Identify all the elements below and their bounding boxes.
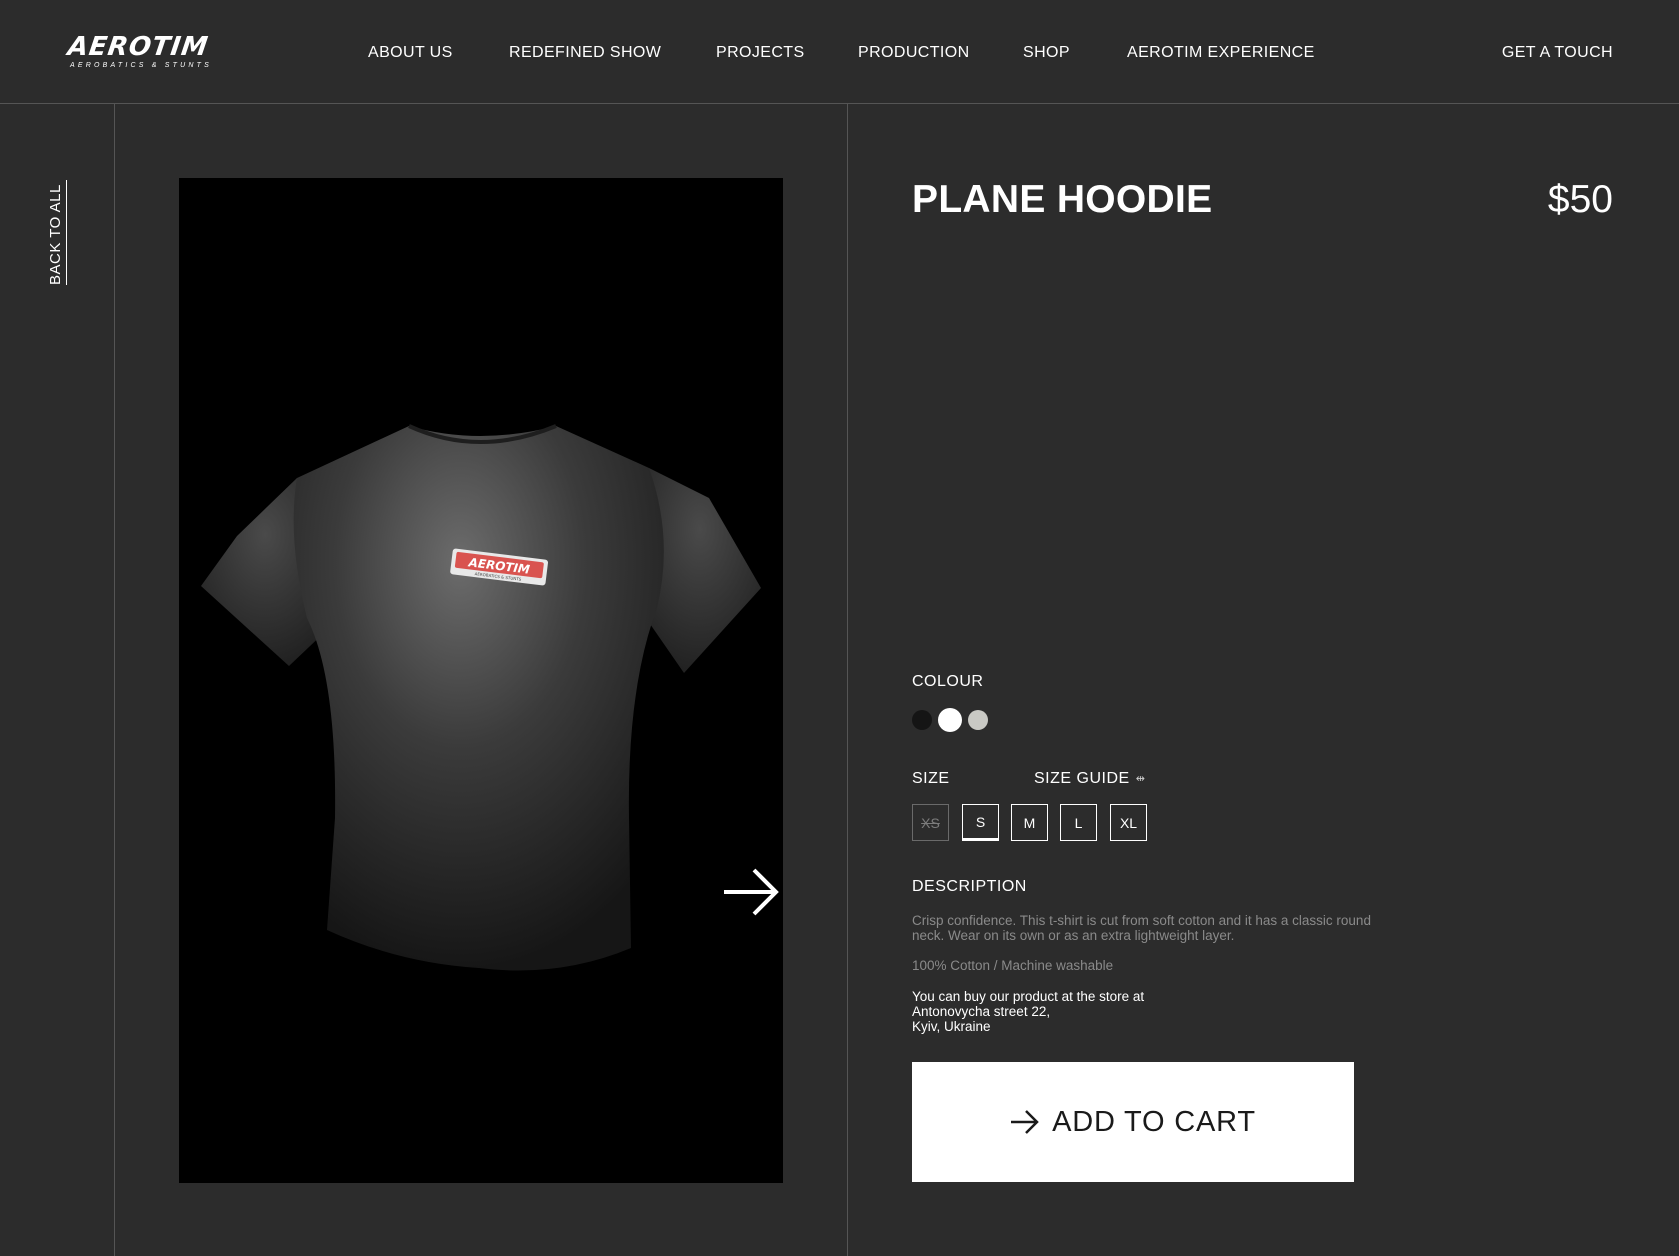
colour-swatch-white[interactable] (940, 710, 960, 730)
aerotim-logo[interactable]: AEROTIM AEROBATICS & STUNTS (65, 32, 228, 70)
size-guide-label: SIZE GUIDE (1034, 770, 1130, 787)
nav-about-us[interactable]: ABOUT US (368, 44, 453, 62)
site-header: AEROTIM AEROBATICS & STUNTS ABOUT US RED… (0, 0, 1679, 104)
add-to-cart-button[interactable]: ADD TO CART (912, 1062, 1354, 1182)
nav-production[interactable]: PRODUCTION (858, 44, 970, 62)
get-a-touch-link[interactable]: GET A TOUCH (1502, 44, 1613, 62)
product-page: AEROTIM AEROBATICS & STUNTS ABOUT US RED… (0, 0, 1679, 1256)
colour-label: COLOUR (912, 673, 984, 690)
store-line: Kyiv, Ukraine (912, 1019, 991, 1034)
center-divider (847, 104, 848, 1256)
nav-projects[interactable]: PROJECTS (716, 44, 805, 62)
add-to-cart-label: ADD TO CART (1052, 1105, 1256, 1138)
size-option-xl[interactable]: XL (1110, 804, 1147, 841)
left-divider (114, 104, 115, 1256)
colour-swatch-black[interactable] (912, 710, 932, 730)
next-image-arrow-icon[interactable] (722, 866, 780, 918)
size-guide-link[interactable]: SIZE GUIDE ⇹ (1034, 770, 1145, 788)
store-line: Antonovycha street 22, (912, 1004, 1051, 1019)
store-line: You can buy our product at the store at (912, 989, 1145, 1004)
store-address: You can buy our product at the store at … (912, 989, 1312, 1034)
logo-tagline: AEROBATICS & STUNTS (70, 62, 212, 69)
description-text: Crisp confidence. This t-shirt is cut fr… (912, 913, 1371, 943)
size-option-m[interactable]: M (1011, 804, 1048, 841)
arrow-right-icon (1011, 1110, 1039, 1134)
colour-swatch-grey[interactable] (968, 710, 988, 730)
logo-wordmark: AEROTIM (65, 32, 211, 62)
back-to-all-link[interactable]: BACK TO ALL (47, 180, 67, 285)
size-option-l[interactable]: L (1060, 804, 1097, 841)
nav-shop[interactable]: SHOP (1023, 44, 1070, 62)
material-text: 100% Cotton / Machine washable (912, 958, 1114, 973)
nav-aerotim-experience[interactable]: AEROTIM EXPERIENCE (1127, 44, 1315, 62)
nav-redefined-show[interactable]: REDEFINED SHOW (509, 44, 661, 62)
ruler-icon: ⇹ (1135, 773, 1146, 785)
description-label: DESCRIPTION (912, 878, 1027, 895)
product-price: $50 (1547, 178, 1613, 221)
tshirt-image: AEROTIM AEROBATICS & STUNTS (201, 424, 761, 971)
size-option-s[interactable]: S (962, 804, 999, 841)
size-label: SIZE (912, 770, 950, 787)
back-to-all-label: BACK TO ALL (47, 180, 67, 285)
size-option-xs[interactable]: XS (912, 804, 949, 841)
product-image: AEROTIM AEROBATICS & STUNTS (179, 178, 783, 1183)
product-title: PLANE HOODIE (912, 178, 1213, 221)
